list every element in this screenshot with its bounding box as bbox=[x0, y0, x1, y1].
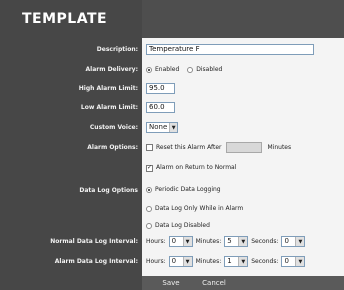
header-right-bar bbox=[142, 0, 344, 38]
reset-alarm-row: Reset this Alarm After Minutes bbox=[146, 142, 291, 153]
alarm-options-label: Alarm Options: bbox=[87, 144, 138, 151]
alarm-delivery-label: Alarm Delivery: bbox=[85, 66, 138, 73]
normal-minutes-value: 5 bbox=[227, 237, 232, 245]
alarm-seconds-label: Seconds: bbox=[251, 257, 279, 265]
return-normal-label: Alarm on Return to Normal bbox=[156, 164, 237, 171]
alarm-interval-row: Hours: 0 ▼ Minutes: 1 ▼ Seconds: 0 ▼ bbox=[146, 256, 306, 267]
data-log-periodic-row: Periodic Data Logging bbox=[146, 186, 221, 194]
high-alarm-limit-label: High Alarm Limit: bbox=[78, 85, 138, 92]
chevron-down-icon[interactable]: ▼ bbox=[238, 237, 248, 246]
normal-minutes-label: Minutes: bbox=[195, 237, 222, 245]
normal-data-log-interval-label: Normal Data Log Interval: bbox=[50, 238, 138, 245]
low-alarm-limit-value: 60.0 bbox=[149, 103, 165, 111]
custom-voice-label: Custom Voice: bbox=[89, 124, 138, 131]
return-normal-row: Alarm on Return to Normal bbox=[146, 164, 236, 172]
alarm-minutes-select[interactable]: 1 ▼ bbox=[224, 256, 249, 267]
custom-voice-row: None ▼ bbox=[146, 122, 178, 133]
high-alarm-limit-input[interactable]: 95.0 bbox=[146, 83, 175, 94]
return-normal-checkbox[interactable] bbox=[146, 164, 153, 172]
chevron-down-icon[interactable]: ▼ bbox=[238, 257, 248, 266]
chevron-down-icon[interactable]: ▼ bbox=[295, 237, 305, 246]
normal-seconds-value: 0 bbox=[284, 237, 289, 245]
data-log-disabled-radio[interactable] bbox=[146, 223, 152, 229]
data-log-options-label: Data Log Options bbox=[79, 187, 138, 194]
cancel-button[interactable]: Cancel bbox=[196, 277, 232, 289]
data-log-disabled-label: Data Log Disabled bbox=[155, 222, 210, 229]
low-alarm-limit-row: 60.0 bbox=[146, 102, 175, 113]
chevron-down-icon[interactable]: ▼ bbox=[295, 257, 305, 266]
save-button[interactable]: Save bbox=[158, 277, 184, 289]
template-window: TEMPLATE Description: Alarm Delivery: Hi… bbox=[0, 0, 344, 290]
alarm-data-log-interval-label: Alarm Data Log Interval: bbox=[54, 258, 138, 265]
normal-seconds-label: Seconds: bbox=[251, 237, 279, 245]
normal-seconds-select[interactable]: 0 ▼ bbox=[281, 236, 306, 247]
description-input[interactable]: Temperature F bbox=[146, 44, 314, 55]
data-log-alarm-only-radio[interactable] bbox=[146, 206, 152, 212]
page-title: TEMPLATE bbox=[22, 11, 108, 27]
data-log-alarm-only-label: Data Log Only While in Alarm bbox=[155, 205, 244, 212]
data-log-periodic-radio[interactable] bbox=[146, 187, 152, 193]
description-value: Temperature F bbox=[149, 45, 200, 53]
alarm-minutes-value: 1 bbox=[227, 257, 232, 265]
alarm-hours-value: 0 bbox=[171, 257, 177, 265]
custom-voice-select[interactable]: None ▼ bbox=[146, 122, 178, 133]
alarm-delivery-row: Enabled Disabled bbox=[146, 66, 222, 74]
alarm-minutes-label: Minutes: bbox=[195, 257, 222, 265]
reset-alarm-checkbox[interactable] bbox=[146, 144, 153, 151]
normal-interval-row: Hours: 0 ▼ Minutes: 5 ▼ Seconds: 0 ▼ bbox=[146, 236, 306, 247]
high-alarm-limit-value: 95.0 bbox=[149, 84, 165, 92]
alarm-hours-select[interactable]: 0 ▼ bbox=[168, 256, 193, 267]
alarm-delivery-enabled-label: Enabled bbox=[155, 66, 180, 73]
chevron-down-icon[interactable]: ▼ bbox=[169, 123, 177, 132]
alarm-delivery-enabled-radio[interactable] bbox=[146, 67, 152, 73]
reset-alarm-label: Reset this Alarm After bbox=[156, 143, 222, 151]
data-log-periodic-label: Periodic Data Logging bbox=[155, 186, 221, 193]
alarm-delivery-disabled-label: Disabled bbox=[196, 66, 223, 73]
alarm-seconds-select[interactable]: 0 ▼ bbox=[281, 256, 306, 267]
low-alarm-limit-label: Low Alarm Limit: bbox=[80, 104, 138, 111]
footer-left-bar bbox=[0, 276, 142, 290]
alarm-delivery-disabled-radio[interactable] bbox=[187, 67, 194, 73]
normal-hours-select[interactable]: 0 ▼ bbox=[168, 236, 193, 247]
normal-hours-value: 0 bbox=[171, 237, 177, 245]
reset-minutes-input[interactable] bbox=[225, 142, 262, 153]
custom-voice-value: None bbox=[149, 123, 168, 131]
high-alarm-limit-row: 95.0 bbox=[146, 83, 175, 94]
minutes-label: Minutes bbox=[267, 143, 292, 151]
data-log-alarm-only-row: Data Log Only While in Alarm bbox=[146, 205, 243, 213]
alarm-seconds-value: 0 bbox=[284, 257, 289, 265]
header-left-bar: TEMPLATE bbox=[0, 0, 142, 38]
description-row: Temperature F bbox=[146, 44, 314, 55]
normal-minutes-select[interactable]: 5 ▼ bbox=[224, 236, 249, 247]
alarm-hours-label: Hours: bbox=[146, 257, 166, 265]
low-alarm-limit-input[interactable]: 60.0 bbox=[146, 102, 175, 113]
chevron-down-icon[interactable]: ▼ bbox=[182, 237, 192, 246]
data-log-disabled-row: Data Log Disabled bbox=[146, 222, 210, 230]
description-label: Description: bbox=[96, 46, 138, 53]
normal-hours-label: Hours: bbox=[146, 237, 166, 245]
chevron-down-icon[interactable]: ▼ bbox=[182, 257, 192, 266]
